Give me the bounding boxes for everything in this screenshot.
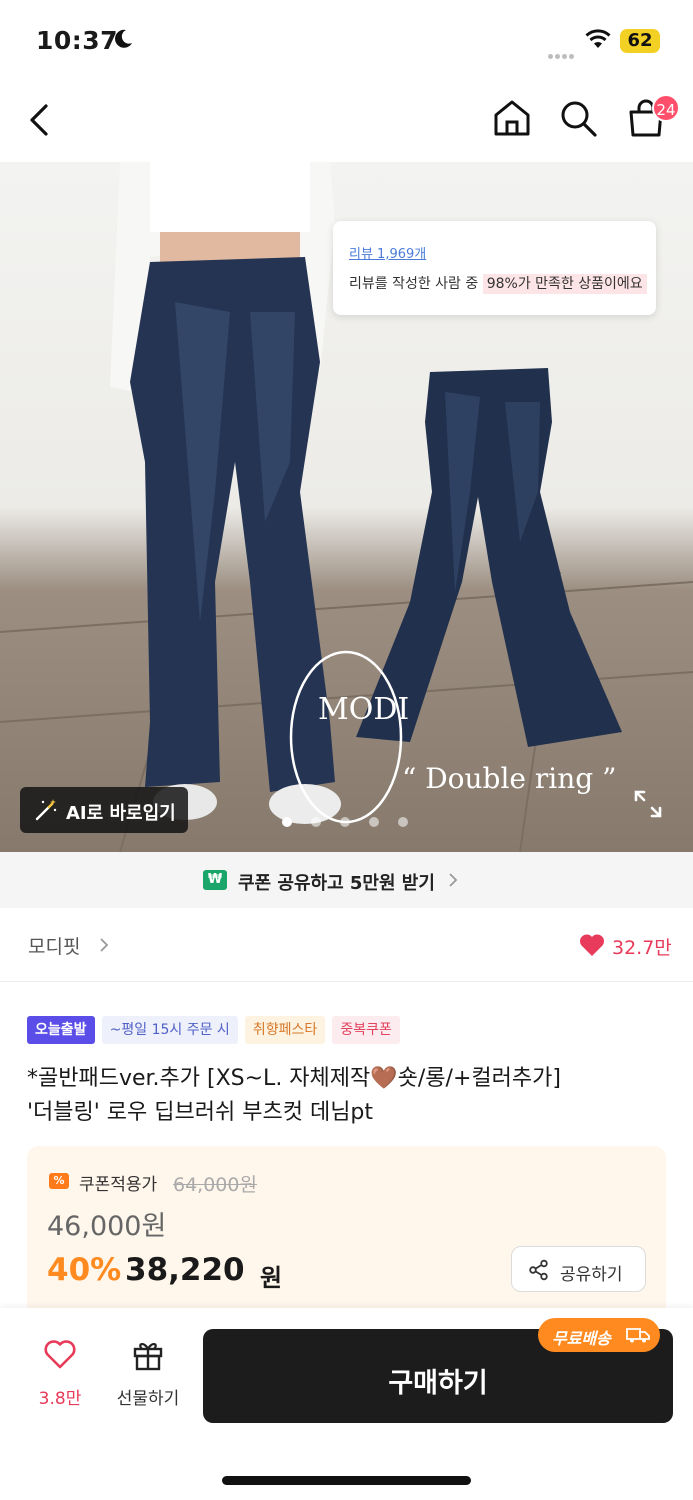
cart-count-badge: 24 bbox=[652, 94, 680, 122]
gift-label: 선물하기 bbox=[116, 1389, 180, 1409]
bottom-action-bar: 3.8만 선물하기 구매하기 무료배송 bbox=[0, 1308, 693, 1500]
share-button[interactable]: 공유하기 bbox=[511, 1246, 646, 1292]
status-time: 10:37 bbox=[36, 26, 119, 55]
product-title-line2: '더블링' 로우 딥브러쉬 부츠컷 데님pt bbox=[27, 1100, 374, 1125]
chevron-right-icon bbox=[100, 938, 109, 952]
signal-icon bbox=[548, 44, 576, 63]
home-icon[interactable] bbox=[490, 96, 534, 140]
favorite-button[interactable]: 3.8만 bbox=[28, 1338, 92, 1418]
ai-try-on-label: AI로 바로입기 bbox=[66, 803, 176, 824]
badge-festa: 취향페스타 bbox=[244, 1016, 326, 1044]
page-dot[interactable] bbox=[282, 817, 292, 827]
won-coupon-icon: ₩ bbox=[203, 870, 227, 890]
shop-row: 모디핏 32.7만 bbox=[0, 908, 693, 982]
coupon-price-label: 쿠폰적용가 bbox=[79, 1175, 158, 1195]
status-bar: 10:37 62 bbox=[0, 0, 693, 80]
magic-wand-icon bbox=[35, 799, 57, 821]
badge-double-coupon: 중복쿠폰 bbox=[332, 1016, 400, 1044]
product-badges: 오늘출발 ~평일 15시 주문 시 취향페스타 중복쿠폰 bbox=[27, 1016, 402, 1044]
review-satisfaction-highlight: 98%가 만족한 상품이에요 bbox=[482, 274, 647, 294]
original-price: 64,000원 bbox=[173, 1174, 257, 1196]
badge-today-ship: 오늘출발 bbox=[27, 1016, 95, 1044]
top-nav: 24 bbox=[0, 80, 693, 162]
free-shipping-badge: 무료배송 bbox=[538, 1318, 660, 1352]
review-satisfaction-text: 리뷰를 작성한 사람 중 98%가 만족한 상품이에요 bbox=[349, 273, 647, 294]
review-count-link[interactable]: 리뷰 1,969개 bbox=[349, 243, 426, 262]
review-text-prefix: 리뷰를 작성한 사람 중 bbox=[349, 276, 479, 292]
back-icon[interactable] bbox=[24, 98, 56, 142]
product-title: *골반패드ver.추가 [XS~L. 자체제작🤎숏/롱/+컬러추가] '더블링'… bbox=[27, 1062, 667, 1130]
buy-label: 구매하기 bbox=[388, 1368, 488, 1399]
coupon-share-text: 쿠폰 공유하고 5만원 받기 bbox=[238, 873, 435, 894]
shop-like-count: 32.7만 bbox=[612, 937, 672, 959]
carousel-pagination bbox=[282, 812, 427, 831]
home-indicator bbox=[222, 1476, 471, 1485]
review-summary-card[interactable]: 리뷰 1,969개 리뷰를 작성한 사람 중 98%가 만족한 상품이에요 bbox=[333, 221, 656, 315]
coupon-share-banner[interactable]: ₩ 쿠폰 공유하고 5만원 받기 bbox=[0, 852, 693, 908]
search-icon[interactable] bbox=[556, 96, 600, 140]
discount-rate: 40% bbox=[47, 1252, 122, 1288]
badge-order-cutoff: ~평일 15시 주문 시 bbox=[101, 1016, 238, 1044]
gift-icon bbox=[133, 1343, 163, 1371]
final-price-unit: 원 bbox=[260, 1264, 283, 1292]
product-image-carousel[interactable]: MODI “ Double ring ” 리뷰 1,969개 리뷰를 작성한 사… bbox=[0, 162, 693, 852]
battery-indicator: 62 bbox=[620, 29, 660, 53]
page-dot[interactable] bbox=[398, 817, 408, 827]
truck-icon bbox=[626, 1328, 650, 1343]
heart-icon[interactable] bbox=[578, 932, 606, 958]
chevron-right-icon bbox=[449, 873, 458, 887]
final-price: 38,220 bbox=[125, 1252, 245, 1288]
page-dot[interactable] bbox=[340, 817, 350, 827]
free-shipping-label: 무료배송 bbox=[552, 1329, 611, 1348]
coupon-icon: % bbox=[49, 1173, 69, 1189]
page-dot[interactable] bbox=[311, 817, 321, 827]
shop-name-link[interactable]: 모디핏 bbox=[28, 932, 80, 959]
sale-price: 46,000원 bbox=[47, 1211, 167, 1242]
fullscreen-icon[interactable] bbox=[632, 788, 664, 820]
product-title-line1: *골반패드ver.추가 [XS~L. 자체제작🤎숏/롱/+컬러추가] bbox=[27, 1066, 561, 1091]
heart-outline-icon bbox=[44, 1340, 76, 1369]
favorite-count: 3.8만 bbox=[38, 1389, 82, 1409]
watermark-caption: “ Double ring ” bbox=[402, 762, 617, 795]
ai-try-on-button[interactable]: AI로 바로입기 bbox=[20, 787, 188, 833]
gift-button[interactable]: 선물하기 bbox=[110, 1338, 186, 1418]
share-icon bbox=[529, 1259, 548, 1281]
price-box: % 쿠폰적용가 64,000원 46,000원 40% 38,220 원 공유하… bbox=[27, 1146, 666, 1316]
page-dot[interactable] bbox=[369, 817, 379, 827]
brand-watermark: MODI bbox=[318, 692, 410, 727]
share-label: 공유하기 bbox=[560, 1265, 623, 1285]
wifi-icon bbox=[585, 29, 611, 48]
moon-icon bbox=[115, 29, 132, 48]
